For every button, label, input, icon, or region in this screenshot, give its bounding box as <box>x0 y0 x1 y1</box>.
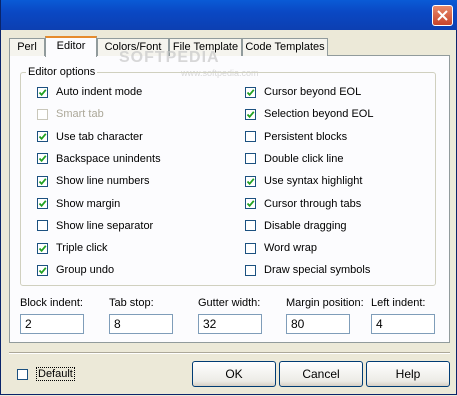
tab-label: Perl <box>17 41 37 53</box>
number-field[interactable]: 8 <box>109 314 173 334</box>
checkbox-box[interactable] <box>245 198 256 209</box>
help-button[interactable]: Help <box>366 361 450 387</box>
right-option-checkbox[interactable]: Cursor beyond EOL <box>245 85 361 99</box>
checkbox-box[interactable] <box>37 131 48 143</box>
checkmark-icon <box>38 267 47 275</box>
left-option-checkbox[interactable]: Show line numbers <box>37 174 150 188</box>
checkmark-icon <box>38 155 47 163</box>
option-label: Show margin <box>56 197 121 210</box>
option-label: Disable dragging <box>264 219 347 232</box>
left-option-checkbox[interactable]: Triple click <box>37 241 108 255</box>
checkbox-box[interactable] <box>37 175 48 187</box>
option-label: Backspace unindents <box>56 152 161 165</box>
option-label: Smart tab <box>56 108 104 121</box>
option-label: Word wrap <box>264 242 317 255</box>
checkbox-box[interactable] <box>37 86 48 98</box>
checkbox-box[interactable] <box>245 153 256 165</box>
field-label: Margin position: <box>286 297 364 309</box>
checkbox-box[interactable] <box>37 153 48 165</box>
number-field[interactable]: 32 <box>198 314 262 334</box>
option-label: Use syntax highlight <box>264 175 363 188</box>
left-option-checkbox[interactable]: Show margin <box>37 197 120 211</box>
watermark: SOFTPEDIA <box>119 49 220 66</box>
checkbox-box[interactable] <box>245 220 256 232</box>
option-label: Double click line <box>264 152 344 165</box>
right-option-checkbox[interactable]: Use syntax highlight <box>245 174 362 188</box>
checkmark-icon <box>246 88 255 96</box>
option-label: Show line separator <box>56 219 154 232</box>
left-option-checkbox: Smart tab <box>37 107 104 121</box>
left-option-checkbox[interactable]: Use tab character <box>37 130 143 144</box>
left-option-checkbox[interactable]: Backspace unindents <box>37 152 161 166</box>
close-button[interactable] <box>432 5 453 26</box>
right-option-checkbox[interactable]: Persistent blocks <box>245 130 347 144</box>
option-label: Draw special symbols <box>264 264 371 277</box>
field-label: Gutter width: <box>198 297 261 309</box>
right-option-checkbox[interactable]: Word wrap <box>245 241 317 255</box>
checkmark-icon <box>246 200 255 208</box>
checkbox-box <box>37 108 48 120</box>
left-option-checkbox[interactable]: Group undo <box>37 263 114 277</box>
checkmark-icon <box>246 177 255 185</box>
right-option-checkbox[interactable]: Selection beyond EOL <box>245 107 373 121</box>
checkbox-box[interactable] <box>37 198 48 209</box>
number-field[interactable]: 80 <box>286 314 350 334</box>
checkbox-box[interactable] <box>245 86 256 98</box>
checkmark-icon <box>38 244 47 252</box>
field-label: Tab stop: <box>109 297 154 309</box>
option-label: Triple click <box>56 242 108 255</box>
checkmark-icon <box>38 133 47 141</box>
checkbox-box[interactable] <box>245 175 256 187</box>
option-label: Auto indent mode <box>56 86 143 98</box>
left-option-checkbox[interactable]: Show line separator <box>37 219 153 233</box>
checkbox-box[interactable] <box>245 108 256 120</box>
default-label: Default <box>36 367 75 381</box>
preferences-dialog: Perl Editor Colors/Font File Template Co… <box>0 0 457 395</box>
field-label: Block indent: <box>20 297 83 309</box>
number-field[interactable]: 2 <box>20 314 84 334</box>
group-title: Editor options <box>26 66 98 78</box>
option-label: Persistent blocks <box>264 130 348 143</box>
checkbox-box[interactable] <box>37 264 48 276</box>
checkmark-icon <box>38 177 47 185</box>
right-option-checkbox[interactable]: Draw special symbols <box>245 263 370 277</box>
tab-code-templates[interactable]: Code Templates <box>242 38 328 56</box>
checkbox-box[interactable] <box>17 368 28 380</box>
tab-perl[interactable]: Perl <box>9 38 45 56</box>
option-label: Selection beyond EOL <box>264 108 374 121</box>
title-bar[interactable] <box>1 0 457 30</box>
cancel-button[interactable]: Cancel <box>279 361 363 387</box>
right-option-checkbox[interactable]: Cursor through tabs <box>245 197 361 211</box>
checkmark-icon <box>246 111 255 118</box>
checkbox-box[interactable] <box>245 131 256 143</box>
checkmark-icon <box>38 200 47 208</box>
number-field[interactable]: 4 <box>371 314 435 334</box>
tab-label: Editor <box>56 40 86 52</box>
separator <box>9 352 450 354</box>
option-label: Group undo <box>56 264 115 277</box>
tab-label: Code Templates <box>245 41 325 53</box>
field-label: Left indent: <box>371 297 426 309</box>
tab-editor[interactable]: Editor <box>45 36 97 57</box>
default-checkbox[interactable]: Default <box>17 367 75 381</box>
checkmark-icon <box>38 88 47 96</box>
checkbox-box[interactable] <box>37 242 48 254</box>
right-option-checkbox[interactable]: Disable dragging <box>245 219 347 233</box>
checkbox-box[interactable] <box>37 220 48 232</box>
right-option-checkbox[interactable]: Double click line <box>245 152 343 166</box>
option-label: Cursor through tabs <box>264 197 362 210</box>
option-label: Cursor beyond EOL <box>264 86 362 98</box>
checkbox-box[interactable] <box>245 264 256 276</box>
left-option-checkbox[interactable]: Auto indent mode <box>37 85 142 99</box>
ok-button[interactable]: OK <box>192 361 276 387</box>
option-label: Show line numbers <box>56 175 150 188</box>
checkbox-box[interactable] <box>245 242 256 254</box>
option-label: Use tab character <box>56 130 143 143</box>
